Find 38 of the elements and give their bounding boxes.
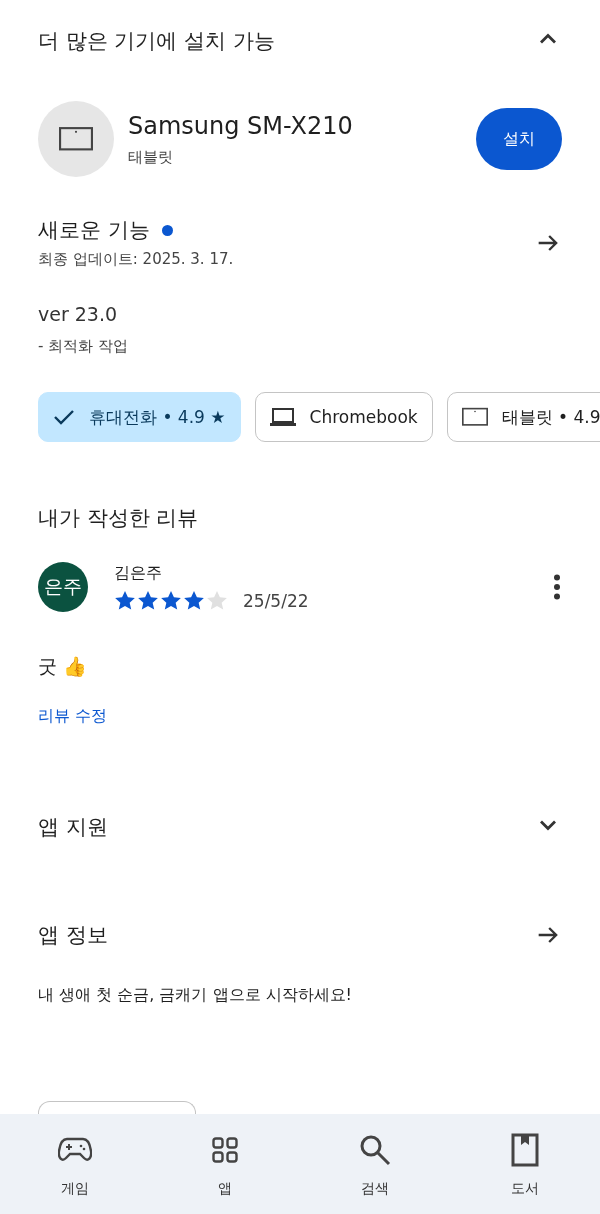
review-text: 굿 👍 [38,654,89,679]
gamepad-icon [58,1137,92,1163]
app-description: 내 생애 첫 순금, 금캐기 앱으로 시작하세요! [38,985,353,1006]
last-updated-text: 최종 업데이트: 2025. 3. 17. [38,250,234,269]
search-icon [359,1134,391,1166]
apps-grid-icon [212,1137,238,1163]
nav-tab[interactable]: 앱 [170,1114,280,1214]
version-text: ver 23.0 [38,303,119,325]
install-button[interactable]: 설치 [476,108,562,170]
section-title: 새로운 기능 [38,217,150,244]
device-filter-chip[interactable]: 휴대전화 • 4.9 ★ [38,392,241,442]
laptop-icon [269,407,296,427]
section-title: 앱 지원 [38,814,108,841]
nav-tab[interactable]: 게임 [20,1114,130,1214]
empty-star-icon [206,590,228,611]
more-options-icon[interactable] [552,574,562,600]
filled-star-icon [137,590,159,611]
bookmark-book-icon [511,1133,539,1167]
nav-tab[interactable]: 검색 [320,1114,430,1214]
edit-review-link[interactable]: 리뷰 수정 [38,706,108,727]
device-filter-chip[interactable]: 태블릿 • 4.9 [446,392,600,442]
device-name: Samsung SM-X210 [128,111,354,140]
section-title: 앱 정보 [38,922,108,949]
section-title: 더 많은 기기에 설치 가능 [38,28,275,55]
device-type: 태블릿 [128,147,174,167]
tablet-icon [461,407,488,427]
device-filter-chip[interactable]: Chromebook [254,392,433,442]
tablet-icon [59,126,93,152]
section-title: 내가 작성한 리뷰 [38,506,199,530]
nav-tab[interactable]: 도서 [470,1114,580,1214]
filled-star-icon [183,590,205,611]
user-avatar: 은주 [38,562,88,612]
check-icon [53,408,75,426]
reviewer-name: 김은주 [114,563,163,584]
review-date: 25/5/22 [243,590,309,611]
filled-star-icon [160,590,182,611]
release-notes: - 최적화 작업 [38,337,129,356]
filled-star-icon [114,590,136,611]
